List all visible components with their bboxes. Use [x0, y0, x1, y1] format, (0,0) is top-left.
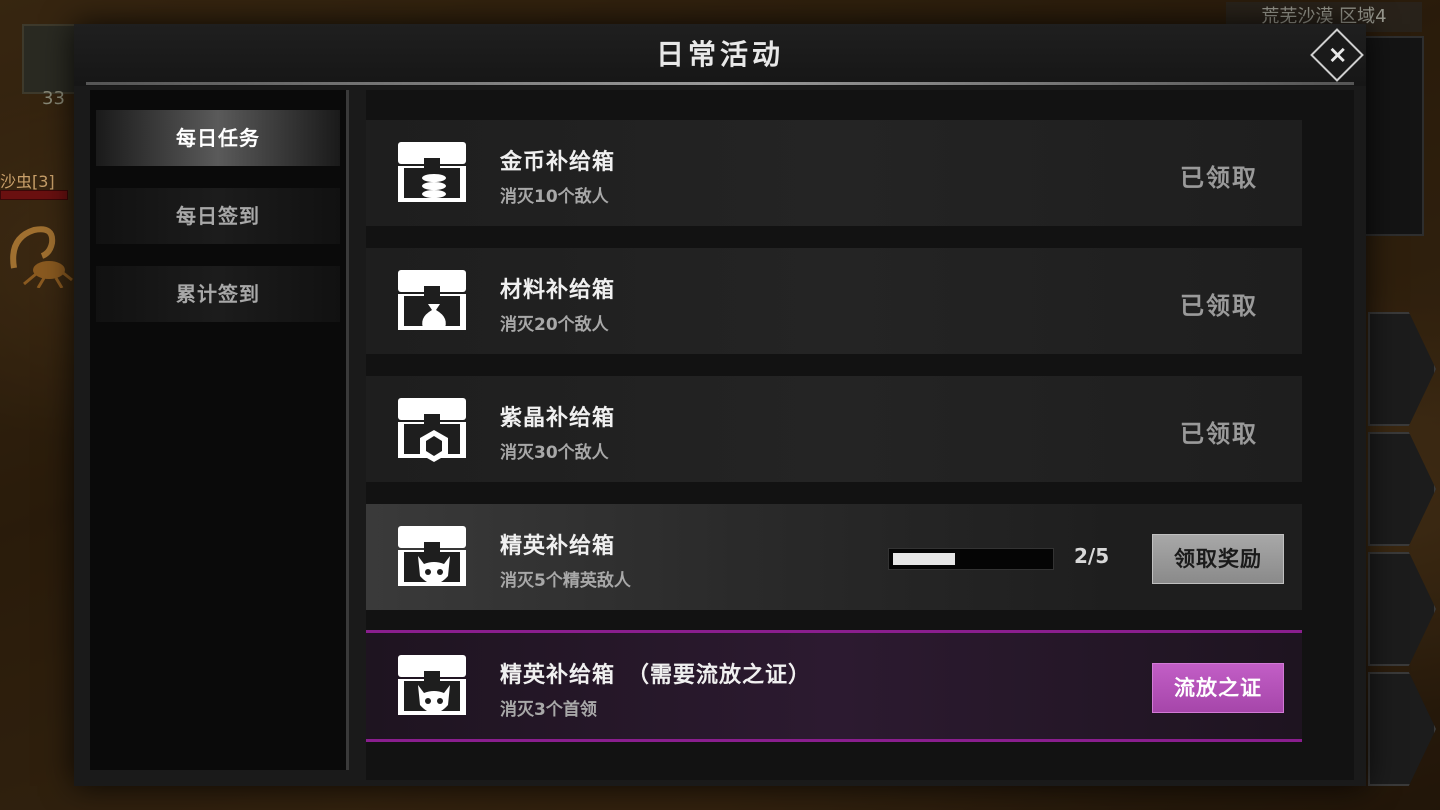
tab-daily-tasks[interactable]: 每日任务: [96, 110, 340, 166]
task-row: 精英补给箱 消灭5个精英敌人 2/5 领取奖励: [366, 504, 1302, 610]
claimed-status: 已领取: [1180, 164, 1258, 192]
chest-bag-icon: [398, 270, 466, 330]
title-divider: [86, 82, 1354, 85]
task-description: 消灭10个敌人: [500, 187, 609, 207]
task-description: 消灭30个敌人: [500, 443, 609, 463]
task-title: 材料补给箱: [500, 278, 616, 303]
close-icon: ×: [1327, 40, 1348, 69]
task-title: 精英补给箱: [500, 534, 616, 559]
daily-activity-dialog: 日常活动 × 每日任务 每日签到 累计签到 金币补给箱 消灭10个敌人 已领取: [74, 24, 1366, 786]
chest-skull-icon: [398, 655, 466, 715]
task-list: 金币补给箱 消灭10个敌人 已领取 材料补给箱 消灭20个敌人 已领取 紫晶补给…: [366, 90, 1354, 780]
task-description: 消灭5个精英敌人: [500, 571, 631, 591]
task-title: 精英补给箱 （需要流放之证）: [500, 663, 812, 688]
claimed-status: 已领取: [1180, 420, 1258, 448]
scorpion-icon: [10, 226, 73, 288]
task-title: 紫晶补给箱: [500, 406, 616, 431]
task-title: 金币补给箱: [500, 150, 616, 175]
claim-reward-button[interactable]: 领取奖励: [1152, 534, 1284, 584]
dialog-title: 日常活动: [74, 24, 1366, 86]
progress-fill: [893, 553, 956, 565]
task-description: 消灭3个首领: [500, 700, 597, 720]
task-row: 材料补给箱 消灭20个敌人 已领取: [366, 248, 1302, 354]
enemy-health-bar: [0, 190, 68, 200]
enemy-name-label: 沙虫[3]: [0, 172, 55, 191]
claimed-status: 已领取: [1180, 292, 1258, 320]
item-count: 33: [42, 88, 65, 109]
progress-text: 2/5: [1074, 544, 1110, 568]
tab-daily-checkin[interactable]: 每日签到: [96, 188, 340, 244]
chest-gem-icon: [398, 398, 466, 462]
exile-pass-button[interactable]: 流放之证: [1152, 663, 1284, 713]
sidebar: 每日任务 每日签到 累计签到: [90, 90, 349, 770]
tab-cumulative-checkin[interactable]: 累计签到: [96, 266, 340, 322]
task-row: 紫晶补给箱 消灭30个敌人 已领取: [366, 376, 1302, 482]
chest-coins-icon: [398, 142, 466, 202]
task-description: 消灭20个敌人: [500, 315, 609, 335]
chest-skull-icon: [398, 526, 466, 586]
task-row: 金币补给箱 消灭10个敌人 已领取: [366, 120, 1302, 226]
progress-bar: [888, 548, 1054, 570]
minimap[interactable]: [1360, 36, 1424, 236]
task-row: 精英补给箱 （需要流放之证） 消灭3个首领 流放之证: [366, 630, 1302, 742]
